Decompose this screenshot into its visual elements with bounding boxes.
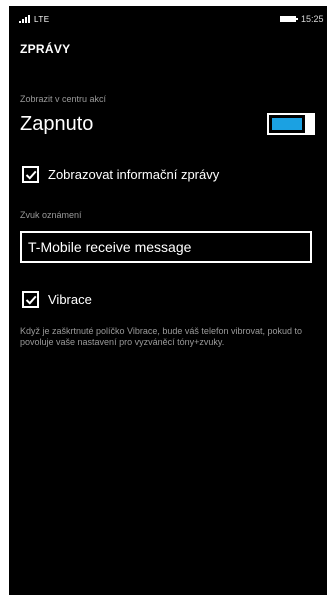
action-center-label: Zobrazit v centru akcí xyxy=(20,94,107,104)
status-time: 15:25 xyxy=(301,14,324,24)
vibration-label: Vibrace xyxy=(48,292,92,307)
action-center-toggle[interactable] xyxy=(267,113,315,135)
toggle-thumb[interactable] xyxy=(305,113,315,135)
network-type: LTE xyxy=(34,15,50,24)
toggle-fill xyxy=(272,118,302,130)
action-center-state: Zapnuto xyxy=(20,113,94,135)
notification-sound-picker[interactable]: T-Mobile receive message xyxy=(20,231,312,263)
page-title: ZPRÁVY xyxy=(20,42,71,56)
signal-strength-icon xyxy=(19,15,31,23)
notification-sound-label: Zvuk oznámení xyxy=(20,210,82,220)
vibration-help-text: Když je zaškrtnuté políčko Vibrace, bude… xyxy=(20,326,302,347)
checkmark-icon xyxy=(25,295,37,305)
info-messages-label: Zobrazovat informační zprávy xyxy=(48,167,220,182)
battery-icon xyxy=(280,16,298,22)
vibration-checkbox[interactable] xyxy=(22,291,39,308)
phone-screen: LTE 15:25 ZPRÁVY Zobrazit v centru akcí … xyxy=(9,6,327,595)
info-messages-checkbox[interactable] xyxy=(22,166,39,183)
checkmark-icon xyxy=(25,170,37,180)
status-bar: LTE 15:25 xyxy=(9,6,327,30)
